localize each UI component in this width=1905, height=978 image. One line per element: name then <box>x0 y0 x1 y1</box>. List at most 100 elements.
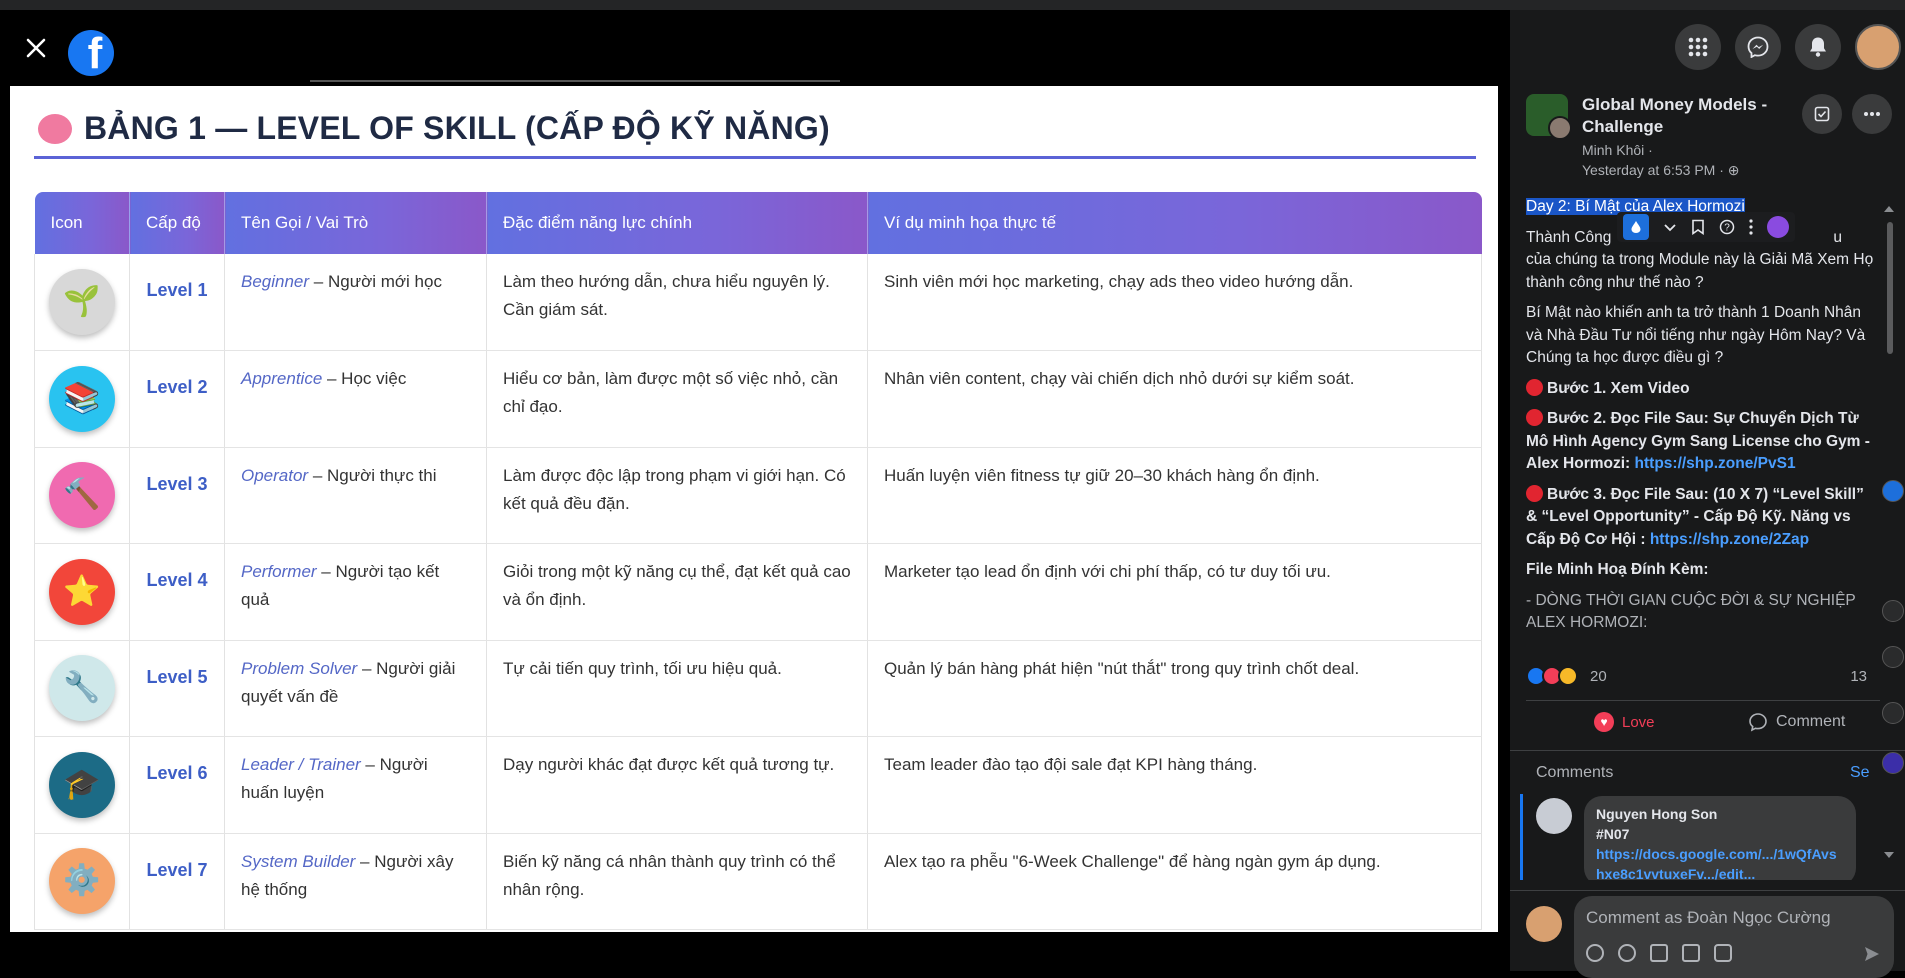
role-description: – Học việc <box>322 369 407 388</box>
trait-cell: Tự cải tiến quy trình, tối ưu hiệu quả. <box>486 640 868 737</box>
col-header-icon: Icon <box>34 192 130 254</box>
table-row: ⚙️ Level 7 System Builder – Người xây hệ t… <box>34 833 1482 930</box>
comments-heading: Comments <box>1536 764 1614 781</box>
col-header-role: Tên Gọi / Vai Trò <box>224 192 487 254</box>
table-row: 🔨 Level 3 Operator – Người thực thi Làm đượ… <box>34 447 1482 544</box>
assistant-ext-icon[interactable] <box>1882 752 1904 774</box>
radio-ext-icon[interactable] <box>1882 646 1904 668</box>
example-cell: Team leader đào tạo đội sale đạt KPI hàn… <box>867 736 1482 834</box>
gear-icon: ⚙️ <box>49 848 115 915</box>
sticker-icon[interactable] <box>1714 944 1732 962</box>
step2-link[interactable]: https://shp.zone/PvS1 <box>1635 455 1796 472</box>
notifications-button[interactable] <box>1795 24 1841 70</box>
messenger-button[interactable] <box>1735 24 1781 70</box>
books-icon: 📚 <box>49 365 115 432</box>
translate-button[interactable] <box>1623 214 1649 240</box>
red-circle-icon <box>1526 409 1543 426</box>
save-post-button[interactable] <box>1802 94 1842 134</box>
comment-button[interactable]: Comment <box>1748 712 1845 732</box>
scrollbar-thumb[interactable] <box>1887 222 1893 354</box>
skill-level-table: Icon Cấp độ Tên Gọi / Vai Trò Đặc điểm n… <box>34 192 1482 930</box>
facebook-logo[interactable]: f <box>68 30 114 76</box>
col-header-example: Ví dụ minh họa thực tế <box>867 192 1482 254</box>
camera-icon[interactable] <box>1650 944 1668 962</box>
comment-icon <box>1749 713 1767 732</box>
row-icon-cell: 🔨 <box>34 447 130 544</box>
group-avatar[interactable] <box>1526 94 1572 140</box>
role-description: – Người thực thi <box>308 465 437 485</box>
attachment-item: - DÒNG THỜI GIAN CUỘC ĐỜI & SỰ NGHIỆP AL… <box>1526 591 1856 632</box>
trait-cell: Hiểu cơ bản, làm được một số việc nhỏ, c… <box>486 350 868 448</box>
gif-icon[interactable] <box>1682 944 1700 962</box>
post-author[interactable]: Minh Khôi · <box>1582 142 1653 158</box>
image-title: BẢNG 1 — LEVEL OF SKILL (CẤP ĐỘ KỸ NĂNG) <box>38 110 830 147</box>
comment-input[interactable] <box>1586 904 1876 932</box>
comment-count[interactable]: 13 <box>1850 668 1867 685</box>
chevron-down-icon[interactable] <box>1663 220 1677 234</box>
role-cell: Operator – Người thực thi <box>224 447 487 544</box>
see-all-link[interactable]: Se <box>1850 764 1870 782</box>
trait-cell: Làm được độc lập trong phạm vi giới hạn.… <box>486 447 868 544</box>
top-nav-icons <box>1675 24 1905 70</box>
commenter-avatar[interactable] <box>1536 798 1572 834</box>
example-cell: Huấn luyện viên fitness tự giữ 20–30 khá… <box>867 447 1482 544</box>
actions-divider <box>1526 700 1880 701</box>
book-ext-icon[interactable] <box>1882 600 1904 622</box>
role-cell: System Builder – Người xây hệ thống <box>224 833 487 930</box>
help-icon[interactable]: ? <box>1719 219 1735 235</box>
send-icon[interactable] <box>1864 946 1880 962</box>
post-para1-end: u <box>1833 228 1842 246</box>
role-cell: Leader / Trainer – Người huấn luyện <box>224 736 487 834</box>
browser-top-strip <box>0 0 1905 10</box>
account-avatar[interactable] <box>1855 24 1901 70</box>
role-description: – Người mới học <box>309 272 442 291</box>
extension-dock <box>1880 480 1905 780</box>
scroll-down-icon[interactable] <box>1882 850 1896 860</box>
emoji-icon[interactable] <box>1618 944 1636 962</box>
col-header-level: Cấp độ <box>129 192 225 254</box>
post-image[interactable]: BẢNG 1 — LEVEL OF SKILL (CẤP ĐỘ KỸ NĂNG)… <box>10 80 1498 932</box>
comment-bubble: Nguyen Hong Son #N07 https://docs.google… <box>1584 796 1856 880</box>
comment-link[interactable]: https://docs.google.com/.../1wQfAvshxe8c… <box>1596 844 1844 880</box>
post-timestamp[interactable]: Yesterday at 6:53 PM · ⊕ <box>1582 162 1740 179</box>
checkbox-icon <box>1814 106 1830 122</box>
comment-highlight-bar <box>1520 794 1523 880</box>
close-viewer-button[interactable] <box>18 30 54 66</box>
translate-ext-icon[interactable] <box>1882 480 1904 502</box>
trait-cell: Giỏi trong một kỹ năng cụ thể, đạt kết q… <box>486 543 868 641</box>
author-avatar[interactable] <box>1548 116 1572 140</box>
step3-link[interactable]: https://shp.zone/2Zap <box>1650 531 1809 548</box>
image-title-text: BẢNG 1 — LEVEL OF SKILL (CẤP ĐỘ KỸ NĂNG) <box>84 110 830 146</box>
example-cell: Nhân viên content, chạy vài chiến dịch n… <box>867 350 1482 448</box>
comment-text: #N07 <box>1596 826 1630 842</box>
commenter-name[interactable]: Nguyen Hong Son <box>1596 804 1844 824</box>
bookmark-icon[interactable] <box>1691 219 1705 235</box>
example-cell: Alex tạo ra phễu "6-Week Challenge" để h… <box>867 833 1482 930</box>
red-circle-icon <box>1526 378 1543 396</box>
assistant-icon[interactable] <box>1767 216 1789 238</box>
comments-divider <box>1510 750 1905 751</box>
example-cell: Sinh viên mới học marketing, chạy ads th… <box>867 254 1482 351</box>
comment-label: Comment <box>1776 713 1846 730</box>
close-icon <box>26 38 46 58</box>
level-cell: Level 6 <box>129 736 225 834</box>
table-row: ⭐ Level 4 Performer – Người tạo kết quả Giỏ… <box>34 543 1482 641</box>
menu-button[interactable] <box>1675 24 1721 70</box>
love-button[interactable]: ♥ Love <box>1594 712 1655 732</box>
scroll-up-icon[interactable] <box>1882 204 1896 214</box>
role-cell: Apprentice – Học việc <box>224 350 487 448</box>
grid-menu-icon <box>1688 37 1708 57</box>
post-para2: Bí Mật nào khiến anh ta trở thành 1 Doan… <box>1526 304 1866 366</box>
wrench-icon: 🔧 <box>49 655 115 722</box>
group-name-link[interactable]: Global Money Models - Challenge <box>1582 94 1782 138</box>
droplet-icon <box>1631 221 1641 233</box>
star-icon: ⭐ <box>49 558 115 625</box>
avatar-sticker-icon[interactable] <box>1586 944 1604 962</box>
more-vertical-icon[interactable] <box>1749 219 1753 235</box>
reaction-summary[interactable]: 20 <box>1526 666 1607 686</box>
col-header-traits: Đặc điểm năng lực chính <box>486 192 868 254</box>
link-ext-icon[interactable] <box>1882 702 1904 724</box>
more-options-button[interactable] <box>1852 94 1892 134</box>
role-cell: Problem Solver – Người giải quyết vấn đề <box>224 640 487 737</box>
example-cell: Marketer tạo lead ổn định với chi phí th… <box>867 543 1482 641</box>
